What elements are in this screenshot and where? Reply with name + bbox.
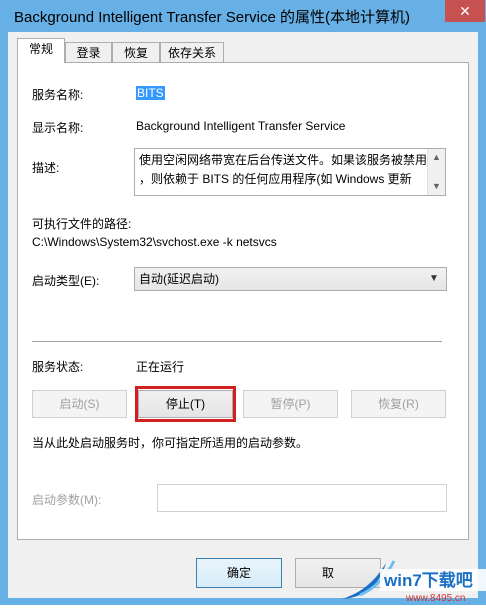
tab-general[interactable]: 常规 xyxy=(17,38,65,63)
chevron-down-icon: ▼ xyxy=(429,273,439,284)
watermark-graphic: win7下载吧 www.8495.cn xyxy=(342,560,486,604)
service-status-value: 正在运行 xyxy=(136,360,185,374)
highlight-box xyxy=(135,386,236,422)
tab-recovery[interactable]: 恢复 xyxy=(112,42,160,62)
pause-button[interactable]: 暂停(P) xyxy=(243,390,338,418)
exe-path-label: 可执行文件的路径: xyxy=(32,217,132,231)
description-line-1: 使用空闲网络带宽在后台传送文件。如果该服务被禁用 xyxy=(139,153,428,167)
display-name-label: 显示名称: xyxy=(32,121,84,135)
exe-path-value[interactable]: C:\Windows\System32\svchost.exe -k netsv… xyxy=(32,235,277,249)
service-status-label: 服务状态: xyxy=(32,360,84,374)
start-params-input[interactable] xyxy=(157,484,447,512)
scroll-down-icon[interactable]: ▼ xyxy=(428,178,445,195)
scroll-up-icon[interactable]: ▲ xyxy=(428,149,445,166)
description-scrollbar[interactable]: ▲ ▼ xyxy=(427,149,445,195)
description-line-2: ，则依赖于 BITS 的任何应用程序(如 Windows 更新 xyxy=(139,172,412,186)
divider xyxy=(32,341,442,342)
startup-type-select[interactable]: 自动(延迟启动) ▼ xyxy=(134,267,447,291)
service-name-label: 服务名称: xyxy=(32,88,84,102)
brand-url: www.8495.cn xyxy=(405,593,465,604)
window-title: Background Intelligent Transfer Service … xyxy=(14,9,410,26)
tab-logon[interactable]: 登录 xyxy=(65,42,112,62)
general-tab-panel xyxy=(17,62,469,540)
description-textbox[interactable]: 使用空闲网络带宽在后台传送文件。如果该服务被禁用 ，则依赖于 BITS 的任何应… xyxy=(134,148,446,196)
startup-type-value: 自动(延迟启动) xyxy=(139,272,219,286)
tab-dependencies[interactable]: 依存关系 xyxy=(160,42,224,62)
service-name-text[interactable]: BITS xyxy=(136,86,165,100)
start-button[interactable]: 启动(S) xyxy=(32,390,127,418)
close-button[interactable]: ✕ xyxy=(445,0,485,22)
description-label: 描述: xyxy=(32,161,60,175)
resume-button[interactable]: 恢复(R) xyxy=(351,390,446,418)
service-name-value[interactable]: BITS xyxy=(136,86,165,100)
ok-button[interactable]: 确定 xyxy=(196,558,282,588)
display-name-value[interactable]: Background Intelligent Transfer Service xyxy=(136,119,345,133)
start-params-hint: 当从此处启动服务时，你可指定所适用的启动参数。 xyxy=(32,436,309,450)
startup-type-label: 启动类型(E): xyxy=(32,274,100,288)
start-params-label: 启动参数(M): xyxy=(32,493,102,507)
brand-text: win7下载吧 xyxy=(383,570,473,590)
tab-strip: 常规 登录 恢复 依存关系 xyxy=(8,38,468,63)
watermark-logo: win7下载吧 www.8495.cn xyxy=(340,553,486,605)
